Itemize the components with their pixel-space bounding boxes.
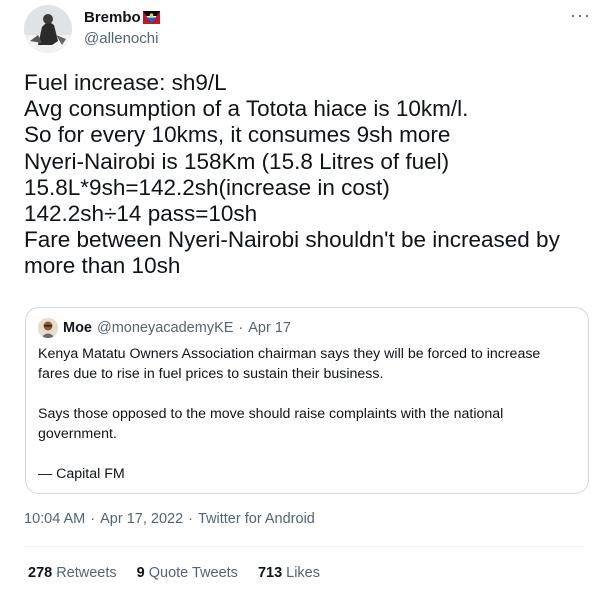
author-name-row: Brembo bbox=[84, 9, 160, 26]
separator-dot: · bbox=[90, 511, 96, 527]
quoted-tweet-date[interactable]: Apr 17 bbox=[248, 320, 291, 336]
divider bbox=[24, 546, 584, 547]
likes-label: Likes bbox=[286, 565, 320, 581]
author-display-name[interactable]: Brembo bbox=[84, 9, 141, 26]
quoted-author-handle[interactable]: @moneyacademyKE bbox=[97, 320, 233, 336]
quote-tweets-stat[interactable]: 9 Quote Tweets bbox=[137, 565, 238, 581]
author-handle[interactable]: @allenochi bbox=[84, 30, 158, 47]
separator-dot: · bbox=[238, 320, 244, 336]
quoted-tweet[interactable]: Moe @moneyacademyKE · Apr 17 Kenya Matat… bbox=[25, 307, 589, 494]
quote-tweets-count: 9 bbox=[136, 565, 145, 581]
retweets-stat[interactable]: 278 Retweets bbox=[28, 565, 117, 581]
tweet-source[interactable]: Twitter for Android bbox=[198, 511, 315, 527]
quoted-tweet-text: Kenya Matatu Owners Association chairman… bbox=[38, 344, 578, 484]
tweet-date[interactable]: Apr 17, 2022 bbox=[100, 511, 183, 527]
quoted-text-line: fares due to rise in fuel prices to sust… bbox=[38, 366, 384, 382]
quoted-author-name[interactable]: Moe bbox=[63, 320, 92, 336]
tweet-time[interactable]: 10:04 AM bbox=[24, 511, 85, 527]
tweet-line: 15.8L*9sh=142.2sh(increase in cost) bbox=[24, 174, 390, 200]
quote-tweets-label: Quote Tweets bbox=[148, 565, 238, 581]
retweets-label: Retweets bbox=[56, 565, 117, 581]
quoted-text-line: Kenya Matatu Owners Association chairman… bbox=[38, 346, 541, 362]
quoted-text-line: government. bbox=[38, 426, 117, 442]
tweet-line: more than 10sh bbox=[24, 253, 181, 279]
quoted-text-line: — Capital FM bbox=[38, 466, 125, 482]
tweet-line: So for every 10kms, it consumes 9sh more bbox=[24, 122, 451, 148]
retweets-count: 278 bbox=[28, 565, 53, 581]
quoted-text-line: Says those opposed to the move should ra… bbox=[38, 406, 504, 422]
antigua-and-barbuda-flag-icon bbox=[142, 11, 160, 24]
tweet-metadata: 10:04 AM · Apr 17, 2022 · Twitter for An… bbox=[24, 511, 315, 527]
quoted-author-avatar[interactable] bbox=[38, 318, 58, 338]
quoted-tweet-header: Moe @moneyacademyKE · Apr 17 bbox=[38, 318, 291, 338]
engagement-stats: 278 Retweets 9 Quote Tweets 713 Likes bbox=[28, 565, 340, 581]
tweet-card: Brembo @allenochi ··· Fuel increase: sh9… bbox=[0, 0, 607, 595]
tweet-line: Fuel increase: sh9/L bbox=[24, 70, 227, 95]
author-avatar[interactable] bbox=[24, 5, 72, 53]
tweet-line: Fare between Nyeri-Nairobi shouldn't be … bbox=[24, 227, 560, 253]
likes-count: 713 bbox=[257, 565, 283, 581]
tweet-line: Nyeri-Nairobi is 158Km (15.8 Litres of f… bbox=[24, 148, 450, 174]
tweet-text: Fuel increase: sh9/L Avg consumption of … bbox=[24, 70, 590, 280]
tweet-line: Avg consumption of a Totota hiace is 10k… bbox=[24, 96, 469, 122]
separator-dot: · bbox=[188, 511, 193, 527]
more-options-icon[interactable]: ··· bbox=[570, 5, 591, 25]
tweet-line: 142.2sh÷14 pass=10sh bbox=[24, 201, 258, 227]
likes-stat[interactable]: 713 Likes bbox=[258, 565, 320, 581]
